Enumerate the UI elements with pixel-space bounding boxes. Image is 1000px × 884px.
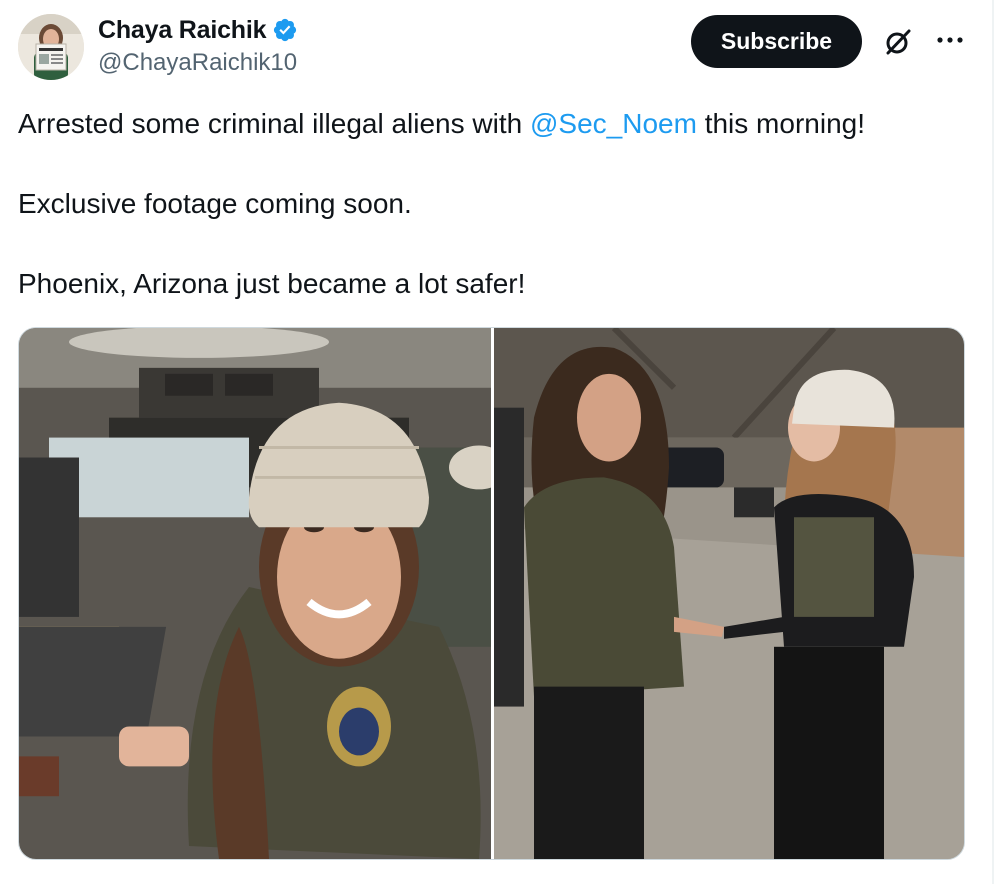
tweet-text-segment: Arrested some criminal illegal aliens wi…: [18, 108, 530, 139]
tweet-line-3: Phoenix, Arizona just became a lot safer…: [18, 268, 526, 299]
avatar-photo: [18, 14, 84, 80]
avatar[interactable]: [18, 14, 84, 80]
tweet-card: Chaya Raichik @ChayaRaichik10 Subscribe …: [0, 0, 1000, 884]
subscribe-button[interactable]: Subscribe: [691, 15, 862, 68]
mention-link[interactable]: @Sec_Noem: [530, 108, 697, 139]
media-photo-2[interactable]: [494, 328, 964, 859]
media-photo-1[interactable]: [19, 328, 491, 859]
author-block: Chaya Raichik @ChayaRaichik10: [98, 14, 298, 77]
tweet-line-1: Arrested some criminal illegal aliens wi…: [18, 104, 978, 144]
author-handle[interactable]: @ChayaRaichik10: [98, 49, 298, 77]
display-name[interactable]: Chaya Raichik: [98, 16, 267, 45]
more-horizontal-icon[interactable]: [934, 30, 966, 50]
grok-icon[interactable]: [882, 26, 914, 58]
tweet-line-2: Exclusive footage coming soon.: [18, 188, 412, 219]
divider: [992, 0, 994, 884]
media-grid: [18, 327, 965, 860]
tweet-text: Arrested some criminal illegal aliens wi…: [18, 104, 978, 304]
verified-badge-icon[interactable]: [272, 17, 298, 43]
tweet-text-segment: this morning!: [696, 108, 865, 139]
